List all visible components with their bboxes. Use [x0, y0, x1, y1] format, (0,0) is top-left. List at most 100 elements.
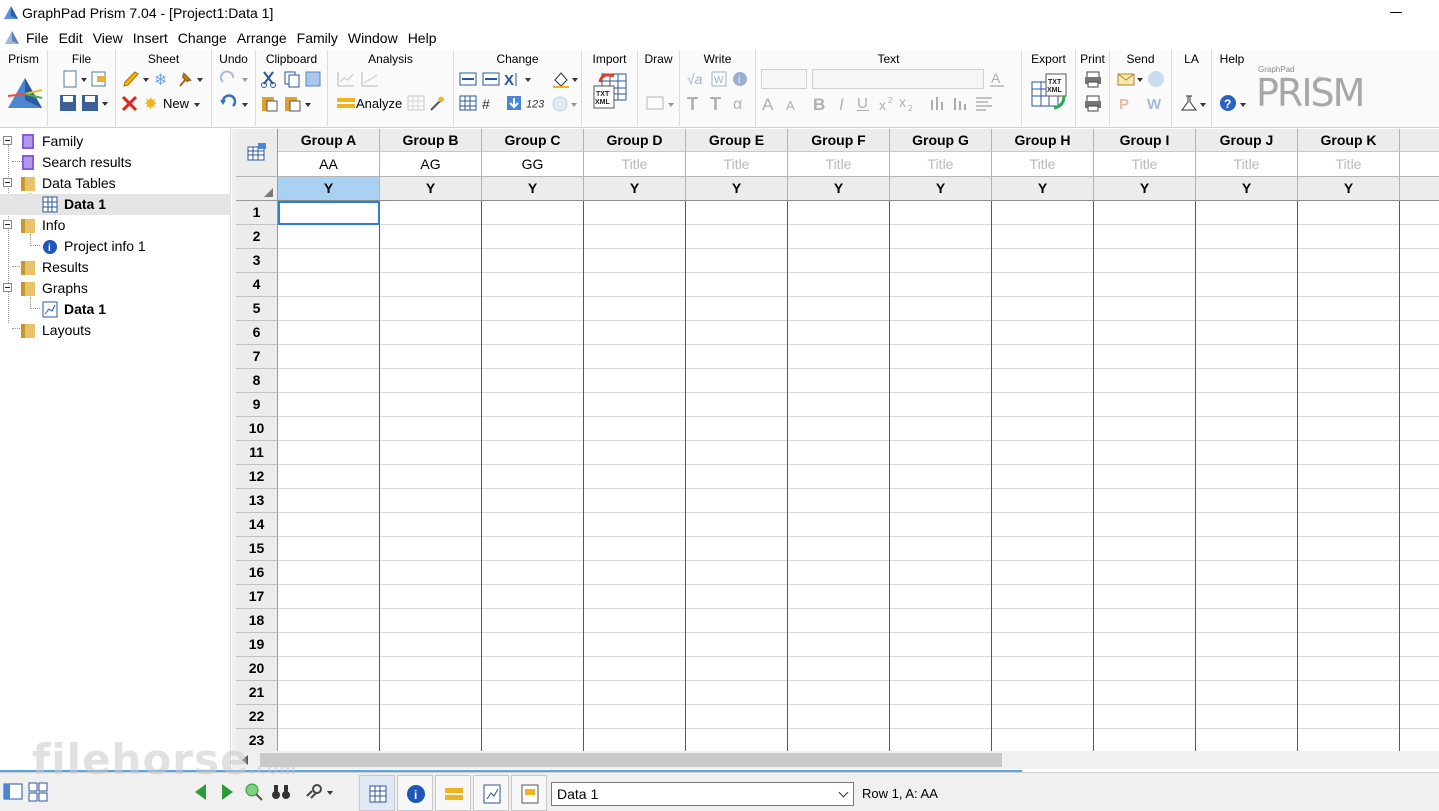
row-header[interactable]: 6 — [236, 321, 278, 345]
row-header[interactable]: 5 — [236, 297, 278, 321]
collapse-icon[interactable] — [3, 178, 12, 187]
sort-icon[interactable] — [504, 94, 524, 112]
row-header[interactable]: 19 — [236, 633, 278, 657]
subcolumn-header[interactable]: Y — [380, 177, 482, 201]
fill-color-icon[interactable] — [551, 70, 571, 88]
column-title[interactable]: Title — [1094, 152, 1196, 177]
results-tab[interactable] — [435, 775, 471, 811]
transform-icon[interactable]: X — [504, 70, 524, 88]
column-header[interactable]: Group D — [584, 129, 686, 152]
navigator-item[interactable]: Layouts — [0, 320, 231, 341]
pin-icon[interactable] — [176, 70, 196, 88]
row-header[interactable]: 17 — [236, 585, 278, 609]
subcolumn-header[interactable]: Y — [278, 177, 380, 201]
increase-font-icon[interactable]: A — [761, 94, 781, 112]
horizontal-scrollbar[interactable] — [236, 751, 1439, 769]
next-sheet-icon[interactable] — [216, 781, 238, 803]
graphs-tab[interactable] — [473, 775, 509, 811]
cut-icon[interactable] — [259, 70, 279, 88]
row-header[interactable]: 11 — [236, 441, 278, 465]
swap-columns-icon[interactable] — [458, 70, 478, 88]
parameters-icon[interactable] — [360, 70, 380, 88]
column-header[interactable]: Group H — [992, 129, 1094, 152]
column-title[interactable]: Title — [686, 152, 788, 177]
align-text-icon[interactable] — [974, 94, 994, 112]
import-data-icon[interactable]: TXT XML — [592, 70, 630, 112]
row-header[interactable]: 12 — [236, 465, 278, 489]
row-header[interactable]: 3 — [236, 249, 278, 273]
subcolumn-header[interactable]: Y — [686, 177, 788, 201]
save-icon[interactable] — [58, 94, 78, 112]
collapse-icon[interactable] — [3, 283, 12, 292]
powerpoint-icon[interactable]: P — [1116, 94, 1136, 112]
decrease-font-icon[interactable]: A — [783, 94, 803, 112]
minimize-button[interactable] — [1388, 4, 1404, 20]
column-title[interactable]: Title — [1298, 152, 1400, 177]
superscript-icon[interactable]: x2 — [878, 94, 898, 112]
print-icon[interactable] — [1083, 70, 1103, 88]
copy-special-icon[interactable] — [304, 70, 324, 88]
font-color-icon[interactable]: A — [988, 70, 1008, 88]
navigator-item[interactable]: Family — [0, 131, 231, 152]
row-header[interactable]: 13 — [236, 489, 278, 513]
menu-family[interactable]: Family — [297, 30, 344, 46]
column-title[interactable]: GG — [482, 152, 584, 177]
underline-icon[interactable]: U — [854, 94, 874, 112]
row-header[interactable]: 22 — [236, 705, 278, 729]
color-scheme-icon[interactable] — [550, 94, 570, 112]
collapse-icon[interactable] — [3, 220, 12, 229]
analyze-button[interactable]: Analyze — [356, 96, 402, 111]
column-title[interactable]: Title — [584, 152, 686, 177]
wand-icon[interactable]: ✸ — [428, 94, 448, 112]
line-spacing-icon[interactable] — [951, 94, 971, 112]
open-file-icon[interactable] — [89, 70, 109, 88]
previous-sheet-icon[interactable] — [190, 781, 212, 803]
text-box-icon[interactable]: T — [709, 94, 729, 112]
column-header[interactable]: Group A — [278, 129, 380, 152]
new-sheet-label[interactable]: New — [163, 96, 189, 111]
draw-shape-icon[interactable] — [645, 94, 665, 112]
subscript-icon[interactable]: x2 — [898, 94, 918, 112]
row-header[interactable]: 1 — [236, 201, 278, 225]
column-header[interactable]: Group G — [890, 129, 992, 152]
row-header[interactable]: 9 — [236, 393, 278, 417]
paste-icon[interactable] — [259, 94, 279, 112]
subcolumn-header[interactable]: Y — [1196, 177, 1298, 201]
subcolumn-header[interactable]: Y — [584, 177, 686, 201]
lab-archive-icon[interactable] — [1179, 94, 1199, 112]
column-header[interactable]: Group B — [380, 129, 482, 152]
new-file-icon[interactable] — [60, 70, 80, 88]
menu-insert[interactable]: Insert — [133, 30, 174, 46]
move-columns-icon[interactable] — [481, 70, 501, 88]
row-header[interactable]: 14 — [236, 513, 278, 537]
column-header[interactable]: Group C — [482, 129, 584, 152]
analyze-icon[interactable] — [336, 94, 356, 112]
subcolumn-header[interactable]: Y — [788, 177, 890, 201]
row-header[interactable]: 8 — [236, 369, 278, 393]
table-icon[interactable] — [406, 94, 426, 112]
delete-icon[interactable] — [120, 94, 140, 112]
print-preview-icon[interactable] — [1083, 94, 1103, 112]
sheet-selector[interactable]: Data 1 — [551, 782, 854, 806]
navigator-toggle-icon[interactable] — [2, 781, 24, 803]
web-icon[interactable] — [1146, 70, 1166, 88]
decimal-format-icon[interactable]: 123 — [526, 94, 546, 112]
copy-icon[interactable] — [282, 70, 302, 88]
scrollbar-thumb[interactable] — [260, 753, 1002, 767]
collapse-icon[interactable] — [3, 136, 12, 145]
row-header[interactable]: 16 — [236, 561, 278, 585]
subcolumn-header[interactable]: Y — [890, 177, 992, 201]
word-icon[interactable]: W — [1146, 94, 1166, 112]
subcolumn-header[interactable]: Y — [992, 177, 1094, 201]
bold-icon[interactable]: B — [810, 94, 830, 112]
equation-icon[interactable]: √a — [686, 70, 706, 88]
insert-table-icon[interactable] — [458, 94, 478, 112]
pencil-icon[interactable] — [122, 70, 142, 88]
info-constant-icon[interactable]: i — [731, 70, 751, 88]
column-title[interactable]: Title — [788, 152, 890, 177]
column-title[interactable]: Title — [992, 152, 1094, 177]
navigator-item[interactable]: i Project info 1 — [0, 236, 231, 257]
word-object-icon[interactable]: W — [709, 70, 729, 88]
row-header[interactable]: 20 — [236, 657, 278, 681]
active-cell[interactable] — [278, 201, 380, 225]
